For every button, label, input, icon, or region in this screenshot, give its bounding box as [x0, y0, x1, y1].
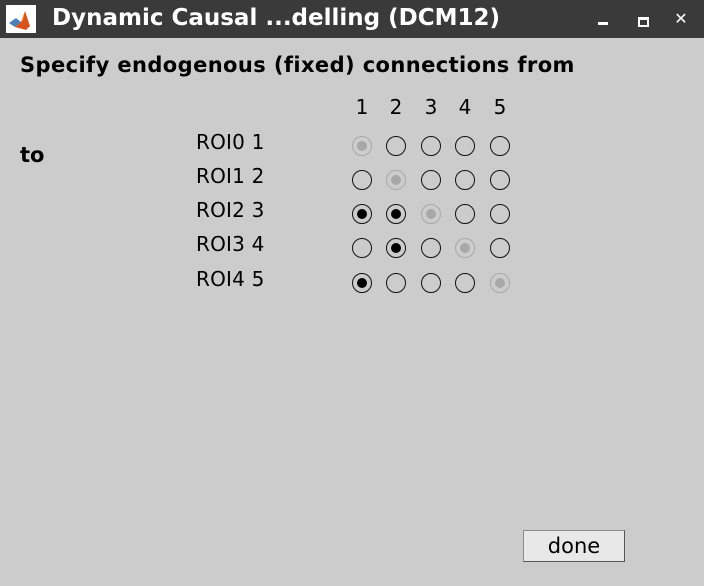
minimize-button[interactable] [592, 8, 614, 30]
column-header-5: 5 [493, 95, 507, 119]
connection-radio-r5-c4[interactable] [455, 273, 475, 293]
connection-radio-r3-c2[interactable] [386, 204, 406, 224]
minimize-icon [598, 22, 608, 25]
connection-radio-r4-c4 [455, 238, 475, 258]
to-label: to [20, 143, 45, 167]
dcm-dialog-window: Dynamic Causal ...delling (DCM12) ✕ Spec… [0, 0, 704, 586]
connection-radio-r1-c5[interactable] [490, 136, 510, 156]
radio-dot [391, 175, 401, 185]
maximize-icon [638, 17, 649, 27]
title-bar[interactable]: Dynamic Causal ...delling (DCM12) ✕ [0, 0, 704, 38]
connection-radio-r4-c3[interactable] [421, 238, 441, 258]
connection-radio-r1-c2[interactable] [386, 136, 406, 156]
done-button[interactable]: done [523, 530, 625, 562]
connection-radio-r5-c1[interactable] [352, 273, 372, 293]
connection-radio-r3-c3 [421, 204, 441, 224]
matlab-logo-icon [6, 5, 36, 33]
close-icon: ✕ [674, 9, 688, 28]
connection-radio-r4-c5[interactable] [490, 238, 510, 258]
connection-radio-r3-c4[interactable] [455, 204, 475, 224]
row-label-4: ROI3 4 [196, 232, 265, 256]
connection-radio-r3-c1[interactable] [352, 204, 372, 224]
connection-radio-r1-c1 [352, 136, 372, 156]
connections-heading: Specify endogenous (fixed) connections f… [20, 53, 575, 77]
connection-radio-r1-c4[interactable] [455, 136, 475, 156]
radio-dot [357, 278, 367, 288]
connection-radio-r2-c3[interactable] [421, 170, 441, 190]
row-label-2: ROI1 2 [196, 164, 265, 188]
radio-dot [426, 209, 436, 219]
connection-radio-r3-c5[interactable] [490, 204, 510, 224]
connection-radio-r2-c4[interactable] [455, 170, 475, 190]
window-title: Dynamic Causal ...delling (DCM12) [52, 5, 501, 31]
column-header-3: 3 [424, 95, 438, 119]
connection-radio-r2-c1[interactable] [352, 170, 372, 190]
row-label-3: ROI2 3 [196, 198, 265, 222]
connection-radio-r2-c5[interactable] [490, 170, 510, 190]
row-label-5: ROI4 5 [196, 267, 265, 291]
close-button[interactable]: ✕ [670, 8, 692, 30]
connection-radio-r5-c2[interactable] [386, 273, 406, 293]
maximize-button[interactable] [632, 8, 654, 30]
connection-radio-r2-c2 [386, 170, 406, 190]
connection-radio-r4-c2[interactable] [386, 238, 406, 258]
column-header-4: 4 [458, 95, 472, 119]
radio-dot [495, 278, 505, 288]
connection-radio-r5-c3[interactable] [421, 273, 441, 293]
radio-dot [460, 243, 470, 253]
radio-dot [357, 209, 367, 219]
connection-radio-r1-c3[interactable] [421, 136, 441, 156]
row-label-1: ROI0 1 [196, 130, 265, 154]
radio-dot [391, 243, 401, 253]
radio-dot [391, 209, 401, 219]
connection-radio-r5-c5 [490, 273, 510, 293]
connection-radio-r4-c1[interactable] [352, 238, 372, 258]
radio-dot [357, 141, 367, 151]
column-header-2: 2 [389, 95, 403, 119]
column-header-1: 1 [355, 95, 369, 119]
